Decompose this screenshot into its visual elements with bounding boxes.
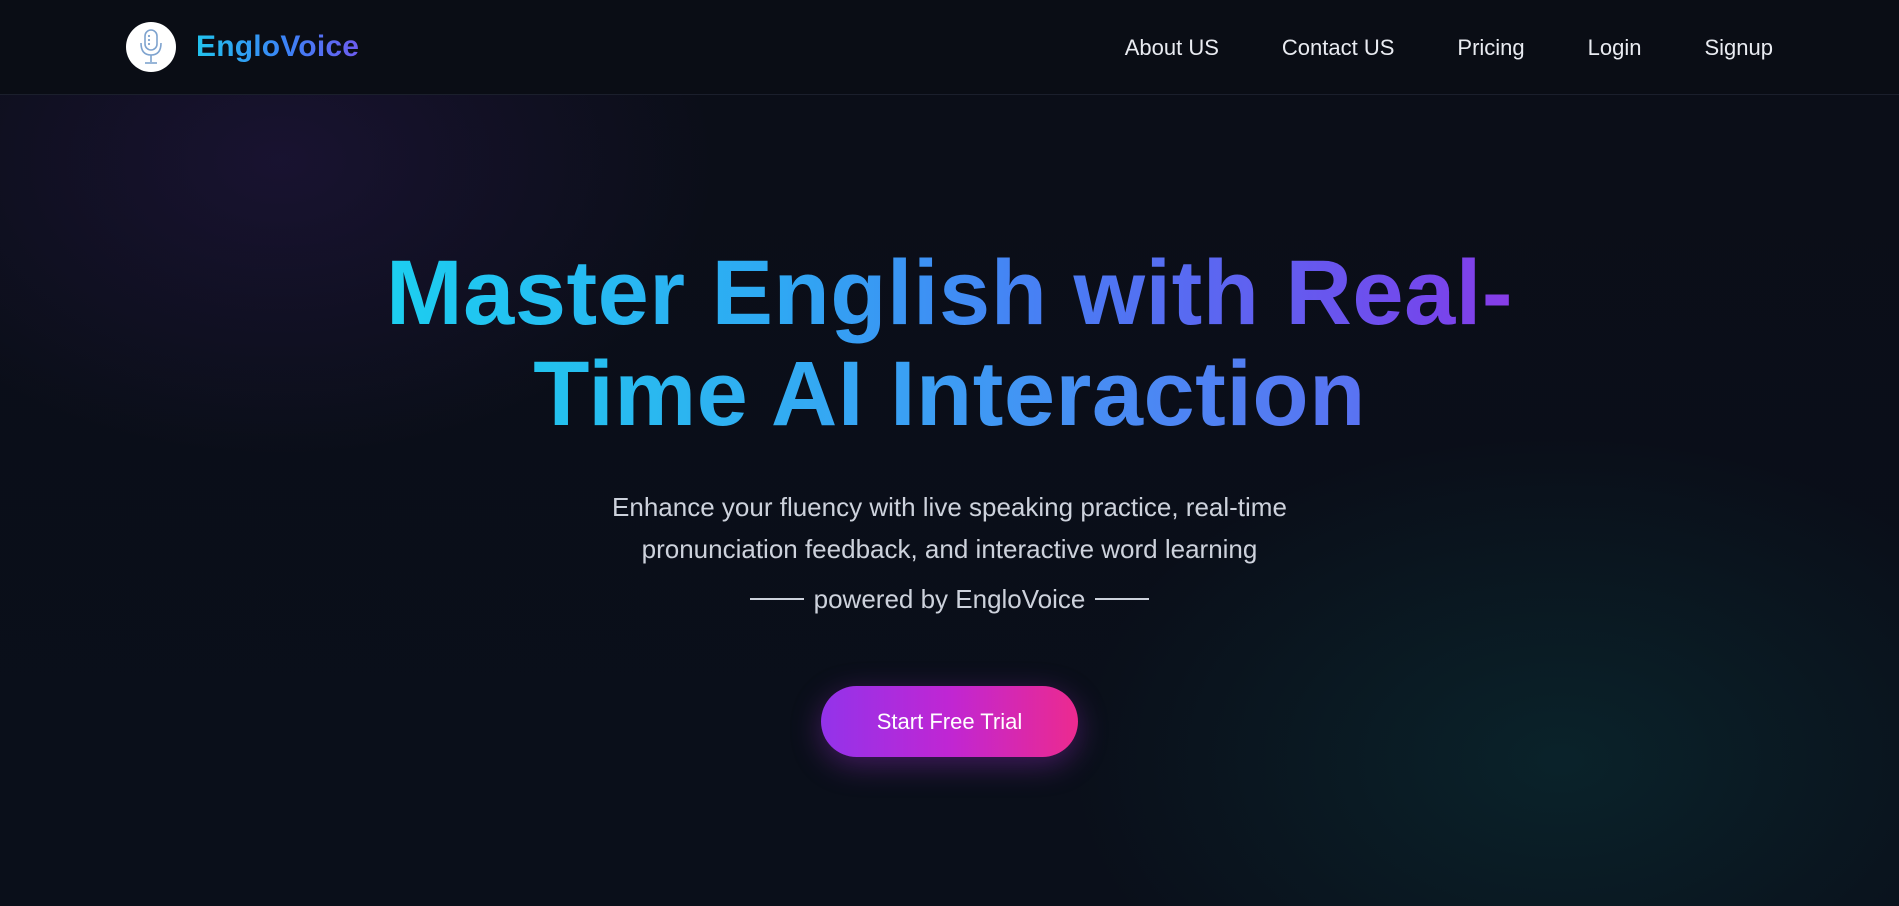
- powered-by-text: powered by EngloVoice: [813, 584, 1086, 614]
- hero-subtitle: Enhance your fluency with live speaking …: [0, 486, 1899, 620]
- start-free-trial-button[interactable]: Start Free Trial: [821, 686, 1078, 757]
- landing-page: EngloVoice About US Contact US Pricing L…: [0, 0, 1899, 906]
- nav-signup[interactable]: Signup: [1704, 35, 1773, 61]
- hero-subtitle-line-1: Enhance your fluency with live speaking …: [612, 492, 1287, 522]
- divider-dash-left: [749, 598, 804, 600]
- hero-title-line-1: Master English with Real-: [380, 243, 1520, 344]
- nav-about-us[interactable]: About US: [1125, 35, 1219, 61]
- brand-name: EngloVoice: [196, 30, 360, 63]
- nav-login[interactable]: Login: [1588, 35, 1642, 61]
- hero-title: Master English with Real- Time AI Intera…: [0, 243, 1899, 445]
- nav-contact-us[interactable]: Contact US: [1282, 35, 1395, 61]
- microphone-icon: [126, 22, 176, 72]
- main-nav: About US Contact US Pricing Login Signup: [1125, 0, 1773, 95]
- powered-by: powered by EngloVoice: [749, 578, 1150, 620]
- divider-dash-right: [1095, 598, 1150, 600]
- nav-pricing[interactable]: Pricing: [1457, 35, 1524, 61]
- site-header: EngloVoice About US Contact US Pricing L…: [0, 0, 1899, 95]
- brand-home-link[interactable]: EngloVoice: [126, 22, 359, 72]
- hero-title-line-2: Time AI Interaction: [533, 343, 1366, 445]
- hero-subtitle-line-2: pronunciation feedback, and interactive …: [641, 534, 1258, 564]
